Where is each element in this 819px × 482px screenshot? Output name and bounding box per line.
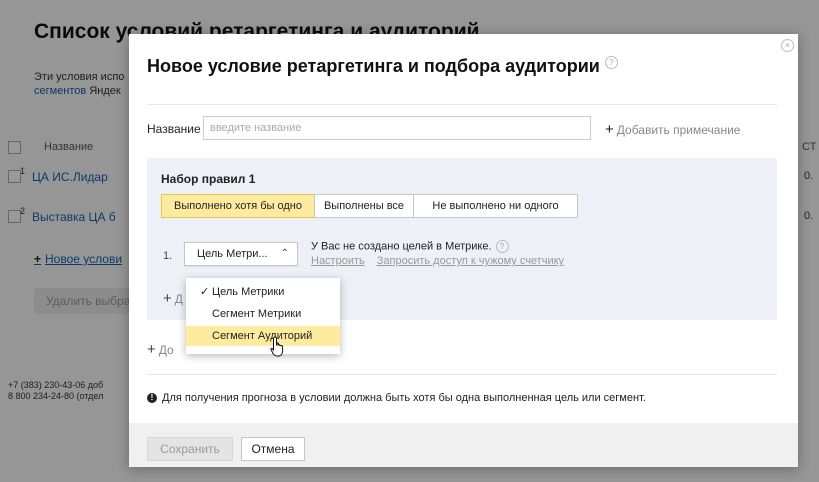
divider (147, 374, 777, 375)
cancel-button[interactable]: Отмена (241, 437, 305, 461)
retargeting-modal: Новое условие ретаргетинга и подбора ауд… (129, 34, 798, 467)
add-ruleset-label: До (158, 343, 174, 357)
configure-link[interactable]: Настроить (311, 255, 365, 267)
name-input[interactable] (203, 116, 591, 140)
divider (147, 104, 777, 105)
help-icon[interactable]: ? (604, 56, 618, 69)
modal-title: Новое условие ретаргетинга и подбора ауд… (147, 56, 618, 77)
add-rule-button[interactable]: + Д (163, 290, 183, 307)
close-icon[interactable]: × (781, 39, 794, 52)
modal-footer: Сохранить Отмена (129, 423, 798, 467)
forecast-info: ! Для получения прогноза в условии должна… (147, 392, 646, 404)
mode-none-button[interactable]: Не выполнено ни одного (413, 194, 578, 218)
ruleset-title: Набор правил 1 (161, 172, 256, 186)
modal-title-text: Новое условие ретаргетинга и подбора ауд… (147, 56, 600, 76)
rule-number: 1. (163, 250, 173, 262)
rule-type-select[interactable]: Цель Метри... ⌃ (184, 242, 298, 266)
chevron-up-icon: ⌃ (280, 248, 289, 259)
option-label: Цель Метрики (212, 286, 285, 298)
info-icon: ! (147, 393, 157, 404)
option-metrika-goal[interactable]: ✓ Цель Метрики (186, 282, 340, 302)
add-rule-label: Д (174, 292, 183, 306)
plus-icon: + (605, 121, 614, 138)
option-label: Сегмент Метрики (212, 308, 302, 320)
add-ruleset-button[interactable]: + До (147, 341, 174, 358)
option-label: Сегмент Аудиторий (212, 330, 313, 342)
mode-all-button[interactable]: Выполнены все (314, 194, 414, 218)
add-note-label: Добавить примечание (616, 123, 741, 137)
mode-any-button[interactable]: Выполнено хотя бы одно (161, 194, 315, 218)
hand-cursor-icon (270, 336, 284, 357)
rule-message: У Вас не создано целей в Метрике.? (311, 240, 509, 253)
rule-message-text: У Вас не создано целей в Метрике. (311, 240, 492, 253)
add-note-button[interactable]: + Добавить примечание (605, 121, 740, 138)
option-audience-segment[interactable]: Сегмент Аудиторий (186, 326, 340, 346)
rule-type-dropdown: ✓ Цель Метрики Сегмент Метрики Сегмент Ау… (186, 278, 340, 354)
plus-icon: + (147, 341, 156, 358)
request-access-link[interactable]: Запросить доступ к чужому счетчику (377, 255, 564, 267)
check-icon: ✓ (200, 286, 210, 298)
forecast-info-text: Для получения прогноза в условии должна … (162, 392, 646, 404)
option-metrika-segment[interactable]: Сегмент Метрики (186, 304, 340, 324)
rule-links: Настроить Запросить доступ к чужому счетч… (311, 255, 576, 267)
plus-icon: + (163, 290, 172, 307)
rule-type-value: Цель Метри... (197, 248, 268, 260)
save-button[interactable]: Сохранить (147, 437, 233, 461)
help-icon[interactable]: ? (495, 240, 509, 253)
name-label: Название (147, 122, 201, 136)
